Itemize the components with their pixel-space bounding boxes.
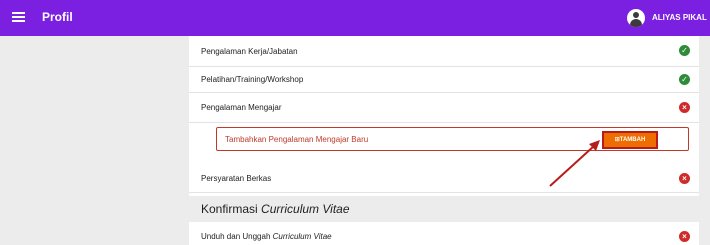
top-app-bar: Profil ALIYAS PIKAL	[0, 0, 710, 36]
user-avatar-icon[interactable]	[627, 9, 645, 27]
row-teaching-experience[interactable]: Pengalaman Mengajar ×	[189, 92, 699, 123]
row-document-requirements[interactable]: Persyaratan Berkas ×	[189, 162, 699, 193]
row-work-experience[interactable]: Pengalaman Kerja/Jabatan ✓	[189, 36, 699, 67]
add-teaching-label: Tambahkan Pengalaman Mengajar Baru	[225, 135, 369, 144]
row-training[interactable]: Pelatihan/Training/Workshop ✓	[189, 66, 699, 93]
row-label: Pengalaman Kerja/Jabatan	[201, 47, 298, 56]
check-circle-icon: ✓	[679, 74, 690, 85]
x-circle-icon: ×	[679, 231, 690, 242]
add-teaching-box: Tambahkan Pengalaman Mengajar Baru ⊞TAMB…	[216, 127, 689, 151]
row-label: Persyaratan Berkas	[201, 174, 272, 183]
section-title: Konfirmasi Curriculum Vitae	[201, 202, 350, 216]
page-title: Profil	[42, 10, 73, 24]
cv-confirmation-header: Konfirmasi Curriculum Vitae	[189, 196, 699, 222]
row-label: Pelatihan/Training/Workshop	[201, 75, 304, 84]
hamburger-menu-icon[interactable]	[12, 12, 25, 23]
row-cv-upload[interactable]: Unduh dan Unggah Curriculum Vitae ×	[189, 222, 699, 245]
row-label: Unduh dan Unggah Curriculum Vitae	[201, 232, 332, 241]
check-circle-icon: ✓	[679, 45, 690, 56]
row-label: Pengalaman Mengajar	[201, 103, 282, 112]
x-circle-icon: ×	[679, 173, 690, 184]
add-button[interactable]: ⊞TAMBAH	[602, 131, 658, 149]
profile-panel: Pengalaman Kerja/Jabatan ✓ Pelatihan/Tra…	[189, 36, 699, 245]
username-label[interactable]: ALIYAS PIKAL	[652, 13, 707, 22]
x-circle-icon: ×	[679, 102, 690, 113]
